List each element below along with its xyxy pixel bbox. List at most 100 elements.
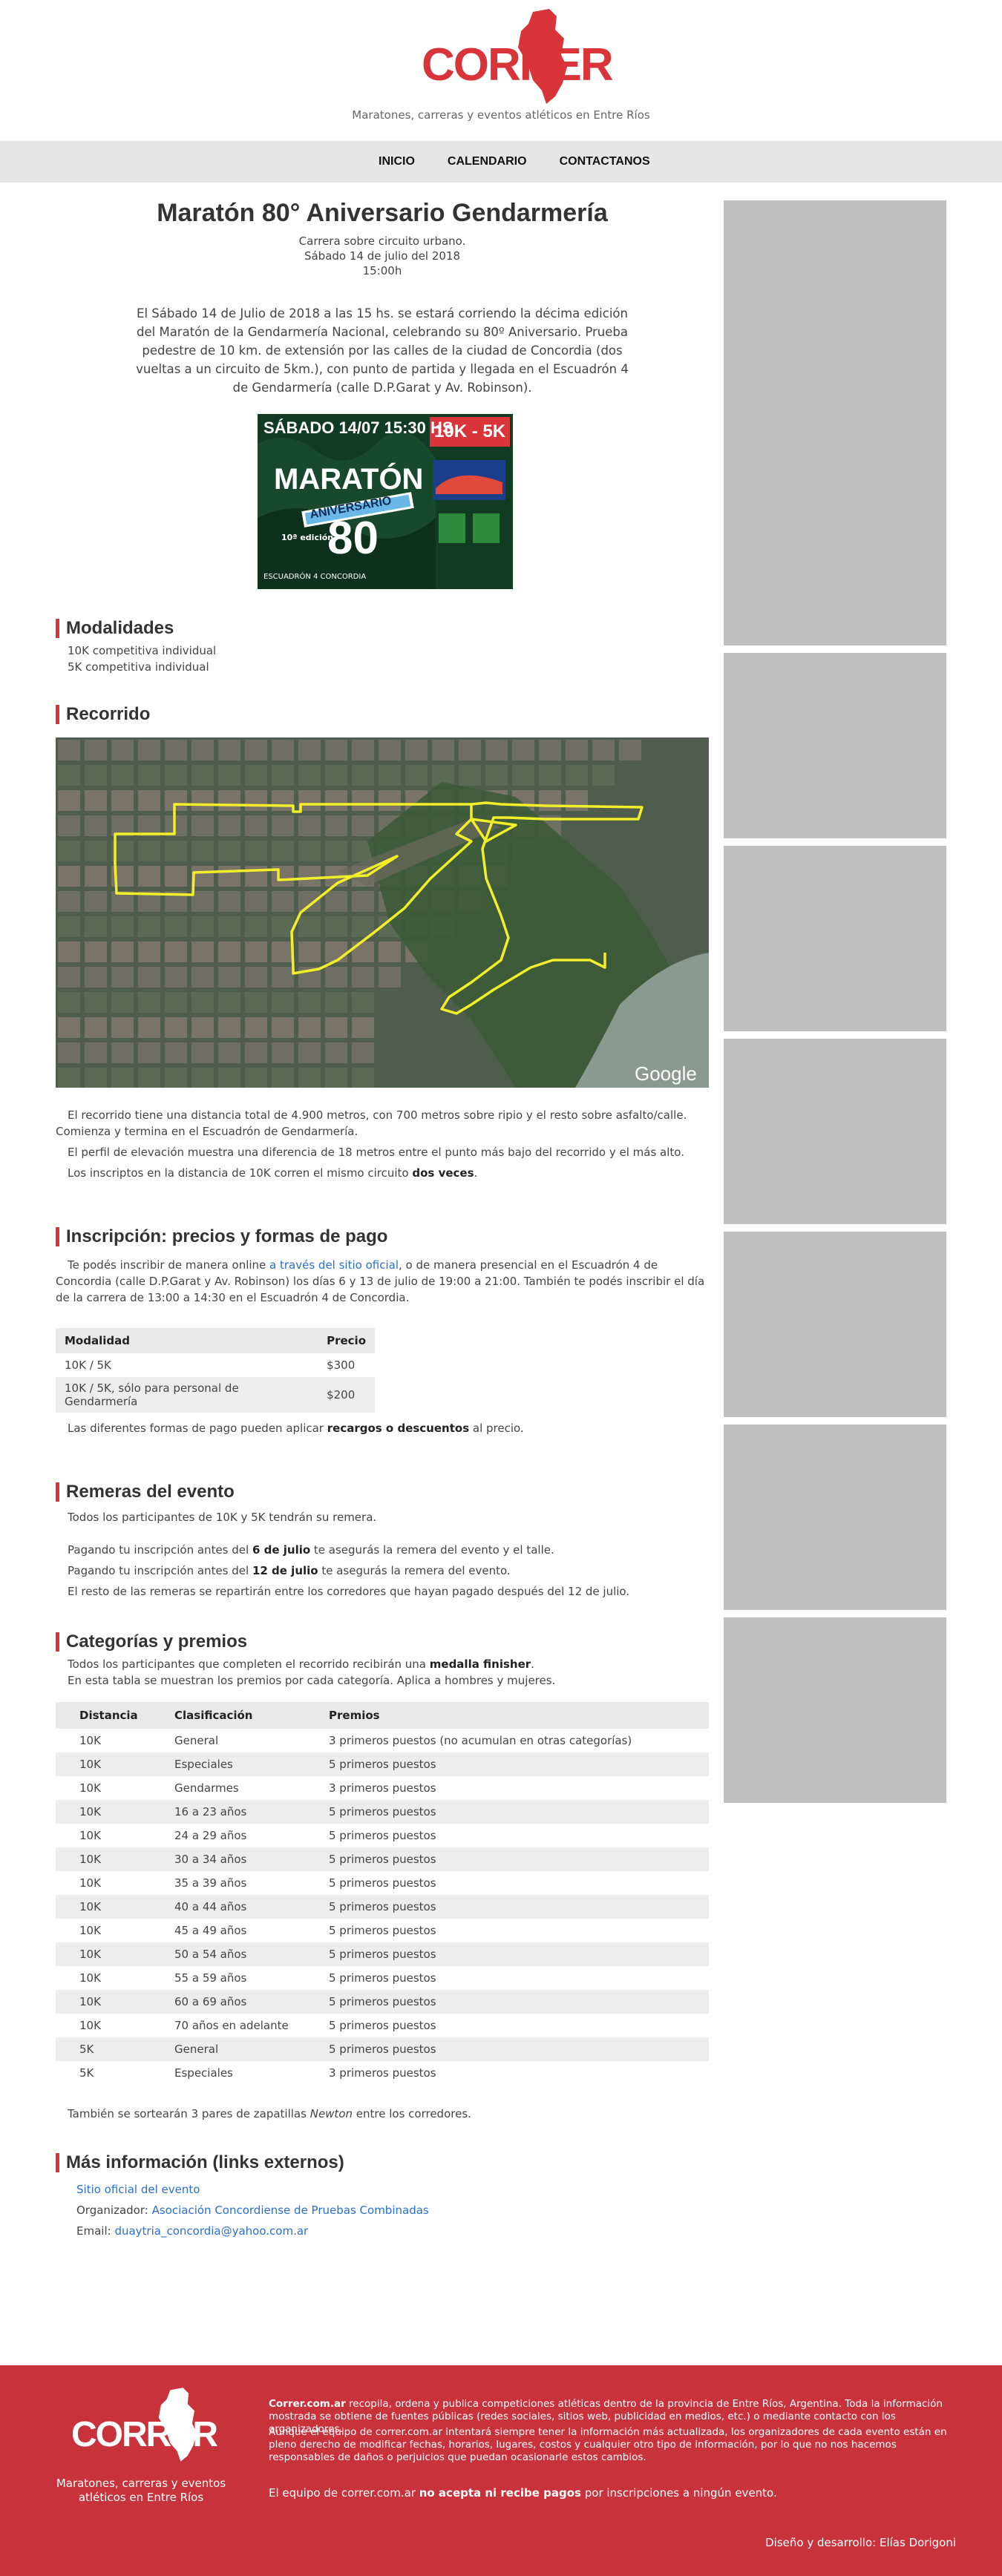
price-table: Modalidad Precio 10K / 5K $300 10K / 5K,… [56,1328,375,1413]
email-link[interactable]: duaytria_concordia@yahoo.com.ar [114,2224,308,2238]
sidebar-ad-7[interactable] [724,1617,946,1803]
table-cell: 3 primeros puestos [329,2066,436,2080]
poster-distances: 10K - 5K [434,421,506,441]
table-cell: 5 primeros puestos [329,1829,436,1842]
table-row: 10K 50 a 54 años 5 primeros puestos [56,1942,709,1966]
categorias-p2: En esta tabla se muestran los premios po… [68,1674,556,1687]
footer-tagline: Maratones, carreras y eventos atléticos … [56,2477,226,2504]
categorias-note: También se sortearán 3 pares de zapatill… [68,2107,471,2120]
table-row: 10K 45 a 49 años 5 primeros puestos [56,1919,709,1942]
footer-logo[interactable]: CORRER [71,2383,218,2480]
table-cell: 5 primeros puestos [329,1895,709,1919]
table-cell: 5 primeros puestos [329,1942,709,1966]
satellite-map-image [56,737,709,1088]
site-footer: CORRER Maratones, carreras y eventos atl… [0,2365,1002,2576]
table-row: 10K General 3 primeros puestos (no acumula… [56,1729,709,1752]
poster-date-line: SÁBADO 14/07 15:30 HS [263,418,453,437]
recorrido-p2: El perfil de elevación muestra una difer… [68,1146,684,1159]
table-cell: 10K [79,1924,101,1937]
categories-table: Distancia Clasificación Premios 10K Gener… [56,1702,709,2085]
poster-title: MARATÓN [274,463,424,496]
table-cell: 16 a 23 años [174,1800,329,1824]
table-header-row: Modalidad Precio [56,1328,375,1353]
table-header-row: Distancia Clasificación Premios [56,1702,709,1729]
table-cell: 10K [79,2019,101,2032]
col-precio: Precio [318,1328,375,1353]
categorias-p1: Todos los participantes que completen el… [68,1657,534,1671]
sidebar-ad-2[interactable] [724,653,946,838]
table-cell: 10K [56,1895,174,1919]
remeras-p3-bold: 12 de julio [252,1564,318,1577]
footer-logo-text: CORRER [71,2415,218,2454]
masinfo-link1: Sitio oficial del evento [76,2181,200,2198]
route-map[interactable]: Google E [56,737,709,1088]
masinfo-email: Email: duaytria_concordia@yahoo.com.ar [76,2224,309,2238]
table-row: 5K Especiales 3 primeros puestos [56,2061,709,2085]
table-cell: Gendarmes [174,1781,239,1795]
table-cell: Especiales [174,1752,329,1776]
table-cell: 10K [56,1800,174,1824]
remeras-p3: Pagando tu inscripción antes del 12 de j… [68,1564,511,1577]
sidebar-ad-1[interactable] [724,200,946,645]
heading-inscripcion: Inscripción: precios y formas de pago [56,1227,387,1246]
event-poster[interactable]: . SÁBADO 14/07 15:30 HS 10K - 5K MARATÓN… [258,414,513,589]
footer-p3: El equipo de correr.com.ar no acepta ni … [269,2486,777,2500]
site-logo[interactable]: CORRER [416,9,614,104]
table-cell: 5 primeros puestos [329,1800,709,1824]
table-row: 10K 35 a 39 años 5 primeros puestos [56,1871,709,1895]
table-cell: $300 [327,1358,356,1372]
table-row: 10K 30 a 34 años 5 primeros puestos [56,1847,709,1871]
table-cell: 55 a 59 años [174,1971,247,1985]
table-cell: 5 primeros puestos [329,1971,436,1985]
sidebar-ad-6[interactable] [724,1425,946,1610]
sidebar-ad-5[interactable] [724,1232,946,1417]
table-cell: General [174,2037,329,2061]
table-row: 10K 70 años en adelante 5 primeros puestos [56,2014,709,2037]
table-cell: 5 primeros puestos [329,1876,436,1890]
event-subtitle: Carrera sobre circuito urbano. [298,234,466,248]
table-cell: 10K [79,1876,101,1890]
table-cell: 10K [56,1942,174,1966]
table-cell: 30 a 34 años [174,1847,329,1871]
categorias-note-italic: Newton [310,2107,353,2120]
table-cell: 3 primeros puestos (no acumulan en otras… [329,1734,632,1747]
table-cell: 10K [79,1781,101,1795]
logo-text: CORRER [422,39,614,91]
table-row: 5K General 5 primeros puestos [56,2037,709,2061]
remeras-p2-bold: 6 de julio [252,1543,311,1557]
table-cell: 5 primeros puestos [329,1924,436,1937]
heading-modalidades: Modalidades [56,619,174,638]
table-cell: Especiales [174,2066,233,2080]
footer-p1-bold: Correr.com.ar [269,2398,346,2410]
nav-item-calendario[interactable]: CALENDARIO [448,155,527,168]
table-cell: 50 a 54 años [174,1942,329,1966]
inscripcion-p1: Te podés inscribir de manera online a tr… [56,1258,705,1304]
event-time: 15:00h [362,264,402,277]
organizer-link[interactable]: Asociación Concordiense de Pruebas Combi… [152,2204,429,2217]
table-row: 10K / 5K, sólo para personal de Gendarme… [56,1377,375,1413]
table-cell: 35 a 39 años [174,1876,247,1890]
col-clasificacion: Clasificación [174,1702,329,1729]
table-cell: 40 a 44 años [174,1895,329,1919]
table-cell: 60 a 69 años [174,1990,329,2014]
poster-organizer: ESCUADRÓN 4 CONCORDIA [263,573,367,581]
sidebar-ad-3[interactable] [724,846,946,1031]
table-row: 10K 60 a 69 años 5 primeros puestos [56,1990,709,2014]
table-row: 10K 55 a 59 años 5 primeros puestos [56,1966,709,1990]
sidebar-ad-4[interactable] [724,1039,946,1224]
poster-number: 80 [327,513,379,564]
remeras-p2: Pagando tu inscripción antes del 6 de ju… [68,1543,554,1557]
nav-item-inicio[interactable]: INICIO [379,155,415,168]
table-row: 10K / 5K $300 [56,1353,375,1377]
table-row: 10K 40 a 44 años 5 primeros puestos [56,1895,709,1919]
nav-item-contactanos[interactable]: CONTACTANOS [560,155,650,168]
table-cell: 5 primeros puestos [329,1847,709,1871]
table-cell: 70 años en adelante [174,2019,289,2032]
official-site-link[interactable]: a través del sitio oficial [269,1258,399,1272]
event-official-site-link[interactable]: Sitio oficial del evento [76,2183,200,2196]
modalidad-5k: 5K competitiva individual [68,660,209,674]
table-cell: 10K / 5K [65,1358,111,1372]
site-header: CORRER Maratones, carreras y eventos atl… [0,0,1002,141]
footer-credit[interactable]: Diseño y desarrollo: Elías Dorigoni [757,2536,956,2549]
table-cell: 5 primeros puestos [329,1990,709,2014]
